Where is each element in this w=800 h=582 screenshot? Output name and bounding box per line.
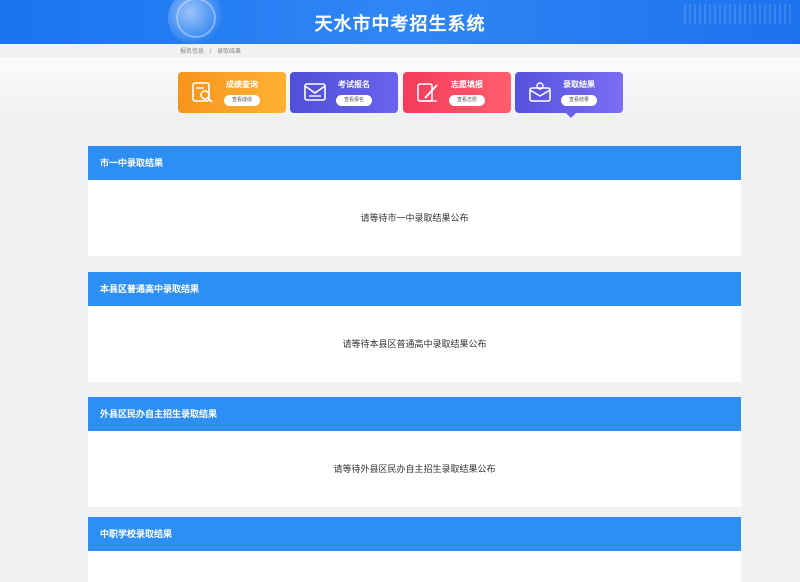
view-score-button[interactable]: 查看成绩: [224, 95, 260, 106]
result-section-local-high-school: 本县区普通高中录取结果 请等待本县区普通高中录取结果公布: [88, 272, 741, 382]
nav-card-label: 录取结果: [563, 80, 595, 89]
breadcrumb-separator: /: [209, 49, 212, 55]
section-message: 请等待外县区民办自主招生录取结果公布: [88, 431, 741, 507]
nav-card-label: 成绩查询: [226, 80, 258, 89]
section-message: 请等待市一中录取结果公布: [88, 180, 741, 256]
nav-card-registration[interactable]: 考试报名 查看报名: [290, 72, 398, 113]
section-message: [88, 551, 741, 582]
page-title: 天水市中考招生系统: [314, 14, 486, 34]
result-section-private-enrollment: 外县区民办自主招生录取结果 请等待外县区民办自主招生录取结果公布: [88, 397, 741, 507]
section-message: 请等待本县区普通高中录取结果公布: [88, 306, 741, 382]
view-preference-button[interactable]: 查看志愿: [449, 95, 485, 106]
admission-icon: [529, 82, 551, 102]
breadcrumb: 报名信息 / 录取结果: [180, 46, 245, 55]
active-tab-pointer: [566, 113, 576, 118]
nav-card-label: 考试报名: [338, 80, 370, 89]
breadcrumb-current: 录取结果: [217, 49, 242, 55]
nav-card-admission-result[interactable]: 录取结果 查看结果: [515, 72, 623, 113]
result-section-city-no1: 市一中录取结果 请等待市一中录取结果公布: [88, 146, 741, 256]
breadcrumb-home-link[interactable]: 报名信息: [180, 49, 204, 55]
section-title: 本县区普通高中录取结果: [88, 272, 741, 306]
header-texture: [684, 4, 794, 24]
nav-band: [0, 58, 800, 120]
nav-card-score-query[interactable]: 成绩查询 查看成绩: [178, 72, 286, 113]
score-search-icon: [192, 82, 213, 103]
view-result-button[interactable]: 查看结果: [561, 95, 597, 106]
result-section-vocational: 中职学校录取结果: [88, 517, 741, 582]
pen-icon: [417, 83, 438, 102]
mail-icon: [304, 83, 326, 101]
section-title: 中职学校录取结果: [88, 517, 741, 551]
nav-card-label: 志愿填报: [451, 80, 483, 89]
section-title: 外县区民办自主招生录取结果: [88, 397, 741, 431]
section-title: 市一中录取结果: [88, 146, 741, 180]
page-header: 天水市中考招生系统: [0, 0, 800, 44]
nav-card-preference[interactable]: 志愿填报 查看志愿: [403, 72, 511, 113]
view-registration-button[interactable]: 查看报名: [336, 95, 372, 106]
